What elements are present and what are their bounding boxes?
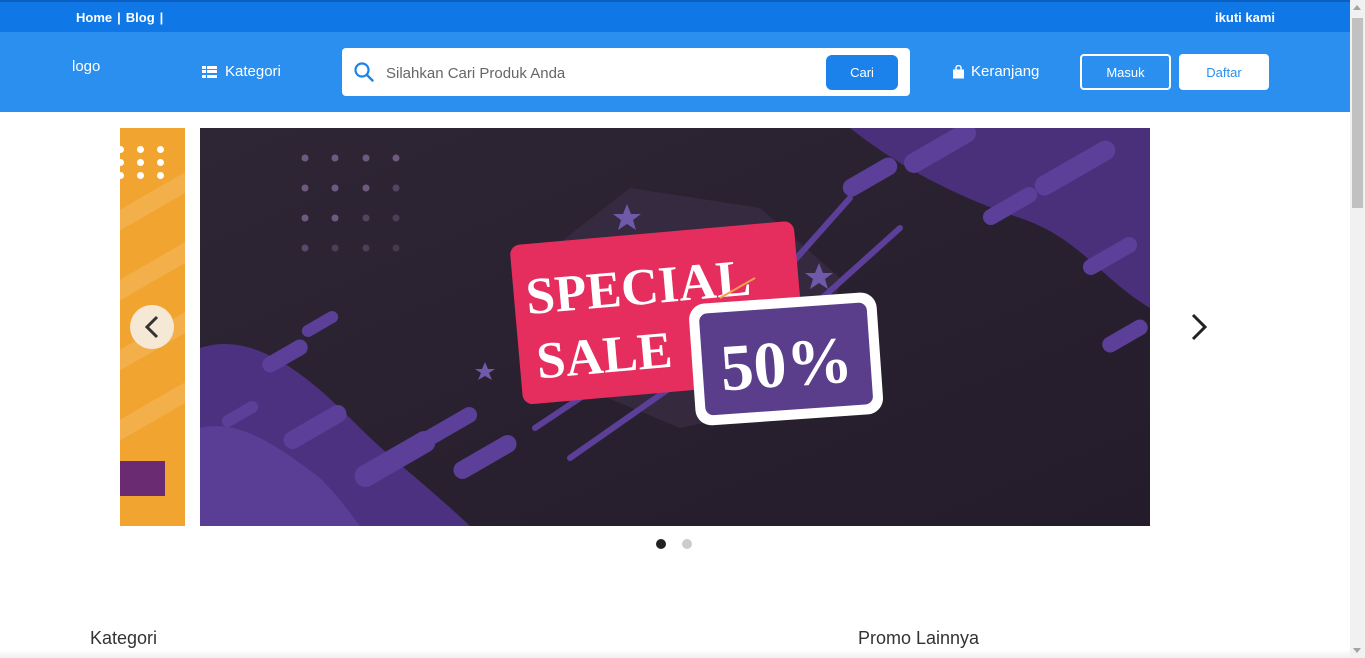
list-icon xyxy=(202,65,217,78)
search-bar: Cari xyxy=(342,48,910,96)
kategori-menu-button[interactable]: Kategori xyxy=(202,63,281,80)
top-links: Home | Blog | xyxy=(76,10,168,25)
banner-percent: 50% xyxy=(718,323,855,405)
separator: | xyxy=(117,10,121,25)
scroll-thumb[interactable] xyxy=(1352,18,1363,208)
cart-link[interactable]: Keranjang xyxy=(952,63,1039,80)
logo[interactable]: logo xyxy=(72,58,100,75)
home-link[interactable]: Home xyxy=(76,10,112,25)
register-button[interactable]: Daftar xyxy=(1179,54,1269,90)
top-bar: Home | Blog | ikuti kami xyxy=(0,0,1350,32)
main-header: logo Kategori Cari Keranjang Masuk Dafta… xyxy=(0,32,1350,112)
chevron-left-icon xyxy=(144,315,159,339)
carousel-slide-active[interactable]: SPECIAL SALE 50% xyxy=(200,128,1150,526)
search-button[interactable]: Cari xyxy=(826,55,898,90)
chevron-right-icon xyxy=(1191,313,1208,341)
carousel-prev-button[interactable] xyxy=(130,305,174,349)
login-button[interactable]: Masuk xyxy=(1080,54,1171,90)
carousel-indicators xyxy=(656,539,692,549)
shopping-bag-icon xyxy=(953,64,964,78)
scroll-up-icon[interactable] xyxy=(1353,5,1361,10)
scroll-down-icon[interactable] xyxy=(1353,648,1361,653)
search-icon xyxy=(354,62,374,82)
carousel-next-button[interactable] xyxy=(1186,312,1214,342)
divider xyxy=(0,650,1350,658)
follow-us-link[interactable]: ikuti kami xyxy=(1215,10,1275,25)
carousel-indicator-2[interactable] xyxy=(682,539,692,549)
search-input[interactable] xyxy=(384,60,818,86)
page-scrollbar[interactable] xyxy=(1350,0,1365,658)
special-sale-banner: SPECIAL SALE 50% xyxy=(200,128,1150,526)
cart-label: Keranjang xyxy=(971,63,1040,80)
separator: | xyxy=(159,10,164,25)
decorative-block xyxy=(120,461,165,496)
kategori-label: Kategori xyxy=(225,63,281,80)
carousel-indicator-1[interactable] xyxy=(656,539,666,549)
banner-line2: SALE xyxy=(534,322,674,391)
promo-section-title: Promo Lainnya xyxy=(858,628,980,648)
blog-link[interactable]: Blog xyxy=(126,10,155,25)
kategori-section-title: Kategori xyxy=(90,628,158,648)
